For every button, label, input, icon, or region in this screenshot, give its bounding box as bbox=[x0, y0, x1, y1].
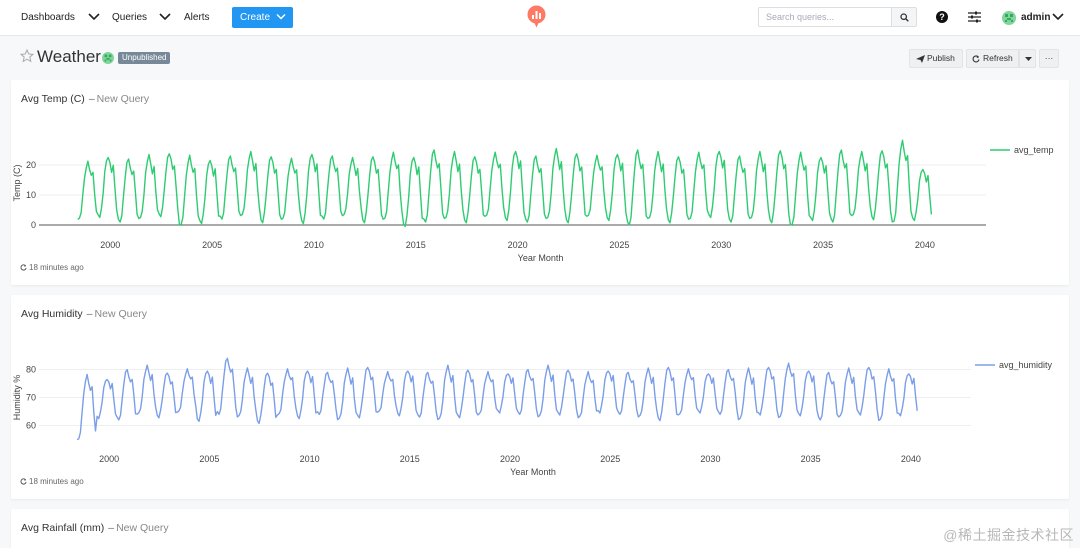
refresh-label: Refresh bbox=[983, 53, 1013, 63]
chevron-down-icon[interactable] bbox=[1052, 12, 1064, 22]
refresh-schedule-dropdown[interactable] bbox=[1019, 49, 1036, 68]
refresh-icon bbox=[20, 478, 27, 485]
x-tick-label: 2025 bbox=[600, 454, 620, 464]
x-tick-label: 2015 bbox=[406, 240, 426, 250]
x-tick-label: 2025 bbox=[609, 240, 629, 250]
widget-title: Avg Rainfall (mm) – New Query bbox=[21, 522, 169, 534]
widget-title-text[interactable]: Avg Rainfall (mm) bbox=[21, 522, 104, 534]
y-tick-label: 20 bbox=[26, 160, 36, 170]
create-button[interactable]: Create bbox=[232, 7, 293, 28]
search-icon bbox=[900, 13, 909, 22]
caret-down-icon bbox=[1025, 57, 1032, 61]
legend-label: avg_humidity bbox=[999, 360, 1053, 370]
create-button-label: Create bbox=[240, 12, 271, 23]
x-tick-label: 2000 bbox=[99, 454, 119, 464]
query-link[interactable]: New Query bbox=[116, 522, 169, 534]
status-badge: Unpublished bbox=[118, 52, 171, 64]
user-menu[interactable]: admin bbox=[1021, 12, 1050, 23]
widget-avg-temp: Avg Temp (C) – New Query 0 10 20 2000 2005 2010… bbox=[11, 80, 1069, 285]
redash-logo-icon[interactable] bbox=[527, 5, 546, 28]
paper-plane-icon bbox=[916, 55, 925, 63]
widget-updated: 18 minutes ago bbox=[20, 263, 84, 272]
more-options-button[interactable]: ··· bbox=[1039, 49, 1059, 68]
series-line-avg_temp bbox=[77, 139, 933, 228]
temp-line-chart: 0 10 20 2000 2005 2010 2015 2020 2025 2030 2035 204… bbox=[12, 139, 1054, 263]
widget-avg-rainfall: Avg Rainfall (mm) – New Query bbox=[11, 509, 1069, 548]
x-tick-label: 2010 bbox=[300, 454, 320, 464]
x-tick-label: 2035 bbox=[813, 240, 833, 250]
favorite-star-icon[interactable] bbox=[20, 49, 34, 63]
search-button[interactable] bbox=[891, 7, 917, 27]
refresh-button[interactable]: Refresh bbox=[966, 49, 1019, 68]
x-tick-label: 2005 bbox=[202, 240, 222, 250]
x-tick-label: 2000 bbox=[100, 240, 120, 250]
series-line-avg_humidity bbox=[76, 357, 918, 441]
widget-updated: 18 minutes ago bbox=[20, 477, 84, 486]
humidity-line-chart: 60 70 80 2000 2005 2010 2015 2020 2025 2030 2035 20… bbox=[12, 357, 1053, 477]
y-tick-label: 10 bbox=[26, 190, 36, 200]
y-tick-label: 60 bbox=[26, 420, 36, 430]
x-tick-label: 2015 bbox=[400, 454, 420, 464]
x-tick-label: 2020 bbox=[500, 454, 520, 464]
x-tick-label: 2030 bbox=[711, 240, 731, 250]
help-icon[interactable]: ? bbox=[936, 11, 948, 23]
publish-label: Publish bbox=[927, 53, 955, 63]
x-tick-label: 2040 bbox=[915, 240, 935, 250]
page-title: Weather bbox=[37, 47, 101, 66]
title-separator: – bbox=[108, 522, 115, 534]
owner-avatar-icon bbox=[102, 52, 114, 64]
updated-time: 18 minutes ago bbox=[29, 263, 84, 272]
x-tick-label: 2005 bbox=[199, 454, 219, 464]
avatar[interactable] bbox=[1002, 11, 1016, 25]
x-tick-label: 2010 bbox=[304, 240, 324, 250]
chevron-down-icon[interactable] bbox=[88, 12, 100, 22]
x-axis-label: Year Month bbox=[510, 467, 556, 477]
y-tick-label: 70 bbox=[26, 393, 36, 403]
nav-alerts[interactable]: Alerts bbox=[184, 12, 210, 23]
chevron-down-icon[interactable] bbox=[159, 12, 171, 22]
refresh-icon bbox=[20, 264, 27, 271]
search-input[interactable] bbox=[758, 7, 892, 27]
x-axis-label: Year Month bbox=[518, 253, 564, 263]
refresh-icon bbox=[972, 55, 980, 63]
y-axis-label: Humidity % bbox=[12, 375, 22, 421]
nav-queries[interactable]: Queries bbox=[112, 12, 147, 23]
y-tick-label: 80 bbox=[26, 365, 36, 375]
y-tick-label: 0 bbox=[31, 220, 36, 230]
nav-dashboards[interactable]: Dashboards bbox=[21, 12, 75, 23]
widget-avg-humidity: Avg Humidity – New Query 60 70 80 2000 2005 201… bbox=[11, 295, 1069, 499]
x-tick-label: 2030 bbox=[700, 454, 720, 464]
settings-sliders-icon[interactable] bbox=[968, 11, 981, 23]
y-axis-label: Temp (C) bbox=[12, 164, 22, 201]
watermark: @稀土掘金技术社区 bbox=[943, 527, 1074, 543]
top-navbar: Dashboards Queries Alerts Create ? admin bbox=[0, 0, 1080, 36]
updated-time: 18 minutes ago bbox=[29, 477, 84, 486]
x-tick-label: 2020 bbox=[508, 240, 528, 250]
publish-button[interactable]: Publish bbox=[909, 49, 963, 68]
x-tick-label: 2035 bbox=[801, 454, 821, 464]
x-tick-label: 2040 bbox=[901, 454, 921, 464]
chevron-down-icon bbox=[276, 13, 286, 20]
legend-label: avg_temp bbox=[1014, 145, 1054, 155]
